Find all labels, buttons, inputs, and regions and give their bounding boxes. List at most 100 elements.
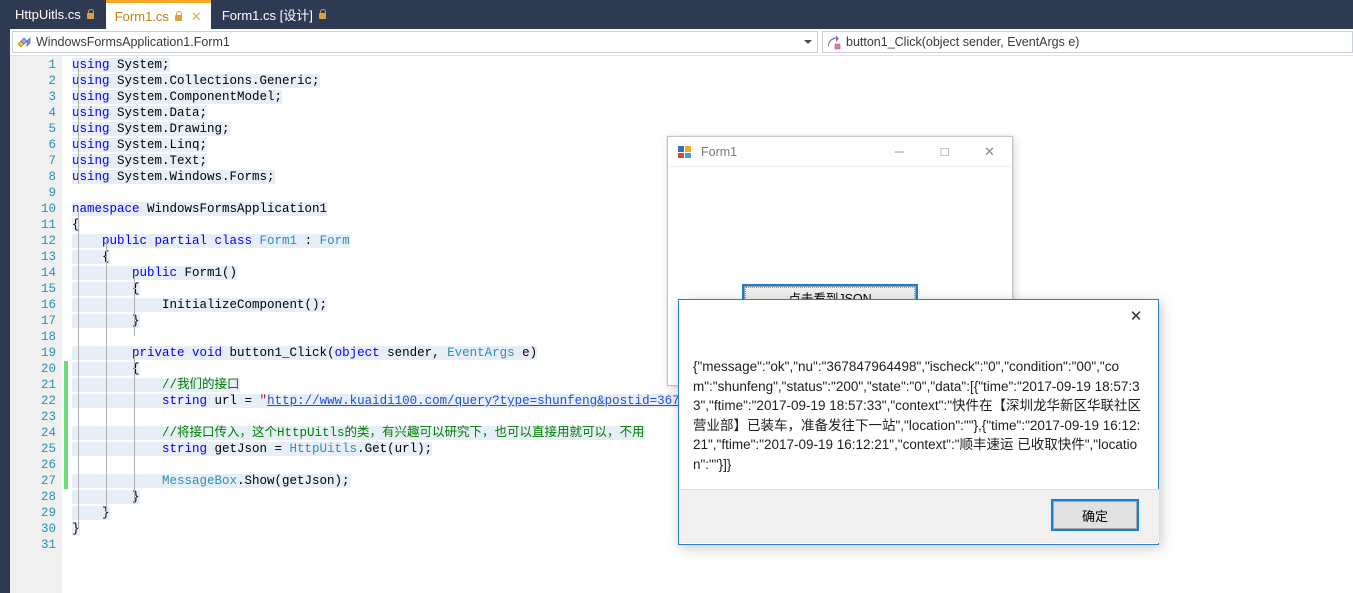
indent-guide	[78, 64, 79, 184]
line-number: 27	[40, 474, 56, 488]
code-line-text: //将接口传入，这个HttpUitls的类，有兴趣可以研究下，也可以直接用就可以…	[72, 425, 645, 441]
line-number: 8	[48, 170, 56, 184]
code-token: public partial class	[102, 234, 260, 248]
code-line-text: namespace WindowsFormsApplication1	[72, 201, 328, 217]
code-line-text: string url = "http://www.kuaidi100.com/q…	[72, 393, 718, 409]
class-icon	[17, 35, 32, 50]
line-number: 2	[48, 74, 56, 88]
member-selector-text: button1_Click(object sender, EventArgs e…	[846, 35, 1080, 49]
line-number: 24	[40, 426, 56, 440]
code-line: 5 using System.Drawing;	[10, 121, 1353, 137]
line-number: 1	[48, 58, 56, 72]
code-token: System.Windows.Forms;	[117, 170, 275, 184]
app-root: HttpUitls.cs Form1.cs ✕ Form1.cs [设计] Wi…	[0, 0, 1353, 593]
code-token	[72, 266, 133, 280]
code-token: EventArgs	[447, 346, 515, 360]
class-selector-dropdown[interactable]: WindowsFormsApplication1.Form1	[12, 31, 818, 53]
code-line-text: using System;	[72, 57, 170, 73]
code-token: :	[297, 234, 320, 248]
tab-httputils-cs[interactable]: HttpUitls.cs	[6, 0, 104, 29]
code-token: InitializeComponent();	[72, 298, 328, 312]
code-token: button1_Click(	[229, 346, 335, 360]
code-token: Form1	[259, 234, 298, 248]
line-number: 25	[40, 442, 56, 456]
code-line-text: using System.Text;	[72, 153, 208, 169]
code-token: object	[334, 346, 380, 360]
line-number: 14	[40, 266, 56, 280]
line-number: 13	[40, 250, 56, 264]
navigation-bar: WindowsFormsApplication1.Form1 button1_C…	[10, 29, 1353, 56]
close-icon[interactable]: ✕	[191, 10, 202, 23]
code-token	[72, 426, 163, 440]
tab-form1-cs-designer[interactable]: Form1.cs [设计]	[213, 0, 336, 29]
code-token: namespace	[72, 202, 148, 216]
windows-forms-icon	[677, 144, 693, 160]
code-token: System;	[117, 58, 170, 72]
code-line: 3 using System.ComponentModel;	[10, 89, 1353, 105]
code-token	[72, 394, 163, 408]
code-token: url =	[214, 394, 260, 408]
code-line-text: InitializeComponent();	[72, 297, 328, 313]
code-line-text: using System.ComponentModel;	[72, 89, 283, 105]
member-selector-dropdown[interactable]: button1_Click(object sender, EventArgs e…	[822, 31, 1353, 53]
code-token	[72, 474, 163, 488]
line-number: 18	[40, 330, 56, 344]
line-number: 11	[40, 218, 56, 232]
code-line-text: string getJson = HttpUitls.Get(url);	[72, 441, 433, 457]
code-line-text: using System.Drawing;	[72, 121, 230, 137]
code-token: //将接口传入，这个HttpUitls的类，有兴趣可以研究下，也可以直接用就可以…	[162, 426, 645, 440]
code-token: MessageBox	[162, 474, 238, 488]
lock-icon	[86, 9, 95, 20]
code-line-text: private void button1_Click(object sender…	[72, 345, 538, 361]
ok-button[interactable]: 确定	[1051, 499, 1139, 531]
close-icon[interactable]: ✕	[967, 137, 1012, 167]
code-token: System.Data;	[117, 106, 208, 120]
chevron-down-icon[interactable]	[804, 40, 812, 44]
messagebox-footer: 确定	[680, 489, 1159, 543]
messagebox-dialog[interactable]: ✕ {"message":"ok","nu":"367847964498","i…	[678, 299, 1159, 545]
code-token: Form	[319, 234, 350, 248]
close-icon[interactable]: ✕	[1122, 304, 1150, 328]
code-token: private void	[132, 346, 230, 360]
code-token	[72, 234, 103, 248]
line-number: 7	[48, 154, 56, 168]
code-token: http://www.kuaidi100.com/query?type=shun…	[267, 394, 718, 408]
left-rail-lower	[0, 56, 10, 593]
code-token: string	[162, 442, 215, 456]
line-number: 5	[48, 122, 56, 136]
line-number: 19	[40, 346, 56, 360]
code-token: System.Drawing;	[117, 122, 230, 136]
code-token	[72, 442, 163, 456]
line-number: 6	[48, 138, 56, 152]
line-number: 17	[40, 314, 56, 328]
code-line-text: public Form1()	[72, 265, 238, 281]
code-line: 4 using System.Data;	[10, 105, 1353, 121]
code-token: System.Collections.Generic;	[117, 74, 320, 88]
indent-guide	[134, 352, 135, 504]
indent-guide	[106, 240, 107, 512]
code-line-text: using System.Collections.Generic;	[72, 73, 320, 89]
minimize-icon[interactable]: ─	[877, 137, 922, 167]
line-number: 29	[40, 506, 56, 520]
class-selector-text: WindowsFormsApplication1.Form1	[36, 35, 230, 49]
window-controls: ─ □ ✕	[877, 137, 1012, 167]
line-number: 12	[40, 234, 56, 248]
line-number: 21	[40, 378, 56, 392]
code-token: WindowsFormsApplication1	[147, 202, 328, 216]
line-number: 15	[40, 282, 56, 296]
code-token: //我们的接口	[162, 378, 240, 392]
indent-guide	[134, 272, 135, 336]
code-line-text: using System.Linq;	[72, 137, 208, 153]
code-token: string	[162, 394, 215, 408]
maximize-icon[interactable]: □	[922, 137, 967, 167]
code-token: Form1()	[184, 266, 238, 280]
line-number: 30	[40, 522, 56, 536]
tab-form1-cs[interactable]: Form1.cs ✕	[105, 0, 211, 29]
line-number: 31	[40, 538, 56, 552]
editor-tab-strip: HttpUitls.cs Form1.cs ✕ Form1.cs [设计]	[0, 0, 1353, 29]
line-number: 22	[40, 394, 56, 408]
code-line: 2 using System.Collections.Generic;	[10, 73, 1353, 89]
lock-icon	[174, 10, 183, 22]
line-number: 26	[40, 458, 56, 472]
form1-title-bar[interactable]: Form1 ─ □ ✕	[668, 137, 1012, 167]
